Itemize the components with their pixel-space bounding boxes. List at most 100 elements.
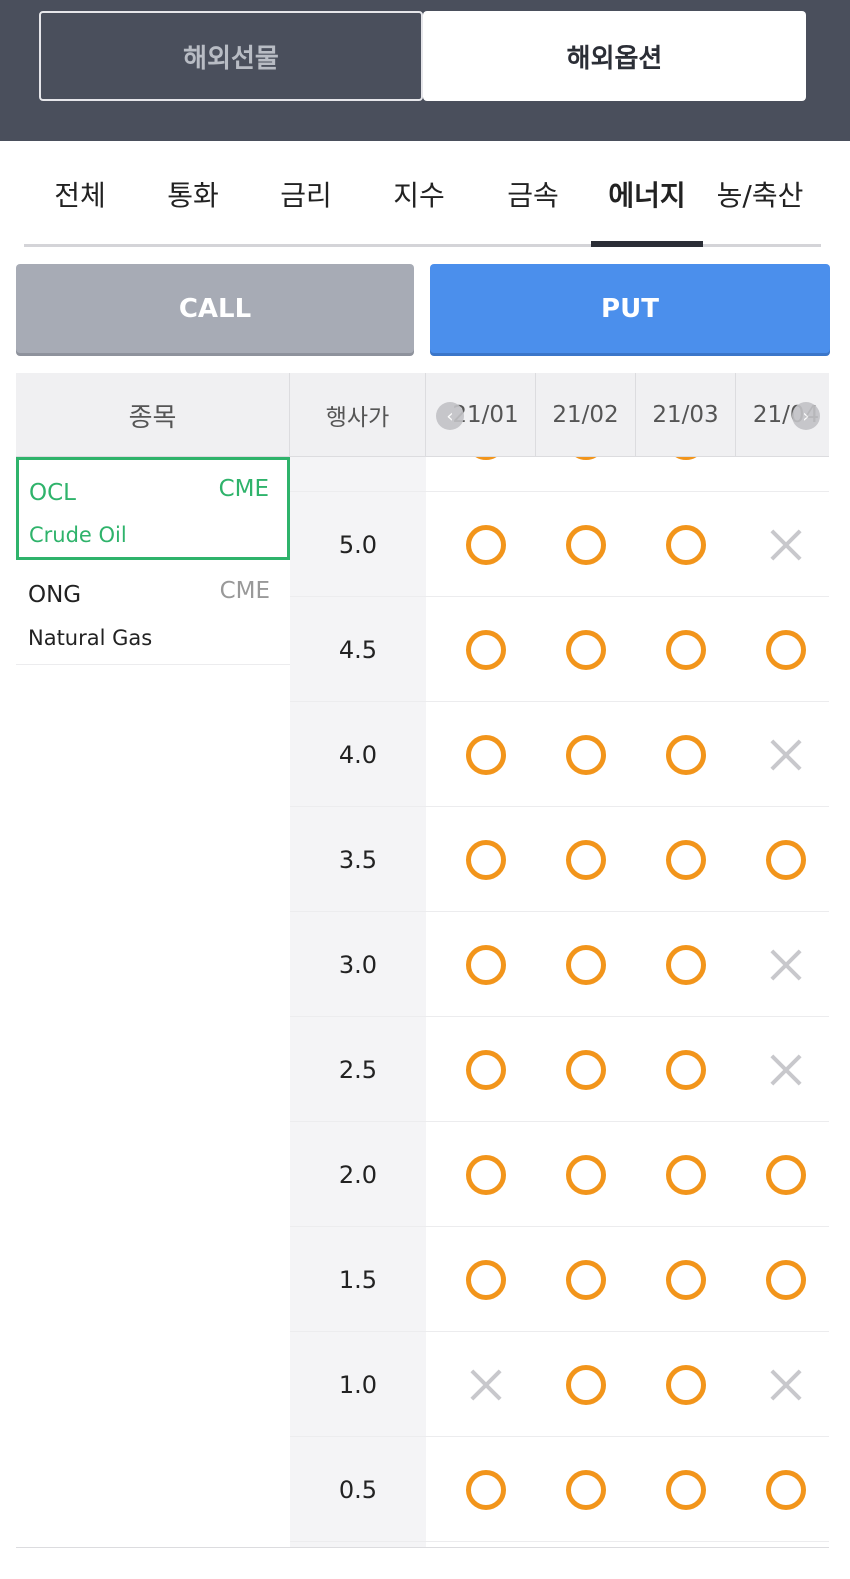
option-cell[interactable] [536,1122,636,1227]
option-cell[interactable] [636,1332,736,1437]
option-cell[interactable] [636,1437,736,1542]
unavailable-x-icon [766,525,806,565]
product-item-ong[interactable]: ONG CME Natural Gas [16,560,290,665]
option-cell[interactable] [636,702,736,807]
option-cell[interactable] [536,1332,636,1437]
strike-price: 3.5 [338,845,378,874]
option-cell[interactable] [536,597,636,702]
scroll-left-icon[interactable]: ‹ [436,402,464,430]
option-cell[interactable] [636,457,736,492]
option-cell[interactable] [436,1437,536,1542]
available-circle-icon [666,839,706,880]
tab-category-index[interactable]: 지수 [363,141,475,247]
available-circle-icon [666,1154,706,1195]
product-code: OCL [29,480,76,506]
option-cell [736,702,829,807]
option-cell[interactable] [436,597,536,702]
option-cell[interactable] [436,492,536,597]
available-circle-icon [666,524,706,565]
tab-overseas-futures[interactable]: 해외선물 [39,11,423,101]
tab-overseas-options[interactable]: 해외옵션 [423,11,806,101]
product-exchange: CME [218,476,269,502]
available-circle-icon [566,1259,606,1300]
unavailable-x-icon [766,1365,806,1405]
tab-category-all[interactable]: 전체 [24,141,136,247]
product-exchange: CME [219,578,270,604]
option-cell[interactable] [736,597,829,702]
strike-row: 3.5 [290,807,829,912]
product-list: OCL CME Crude Oil ONG CME Natural Gas [16,457,290,665]
product-item-ocl[interactable]: OCL CME Crude Oil [16,457,290,560]
available-circle-icon [766,839,806,880]
available-circle-icon [766,629,806,670]
strike-row: 1.0 [290,1332,829,1437]
scroll-right-icon[interactable]: › [792,402,820,430]
grid-bottom-divider [16,1547,829,1548]
option-cell[interactable] [636,1122,736,1227]
available-circle-icon [766,1259,806,1300]
option-cell[interactable] [736,1437,829,1542]
available-circle-icon [666,1469,706,1510]
strike-row: 2.5 [290,1017,829,1122]
available-circle-icon [566,944,606,985]
option-cell[interactable] [736,1227,829,1332]
product-name: Crude Oil [29,523,127,547]
option-cell[interactable] [436,457,536,492]
option-cell[interactable] [536,702,636,807]
option-cell[interactable] [736,1122,829,1227]
available-circle-icon [666,734,706,775]
available-circle-icon [466,944,506,985]
tab-category-currency[interactable]: 통화 [137,141,249,247]
available-circle-icon [666,457,706,460]
option-cell[interactable] [536,912,636,1017]
available-circle-icon [666,1049,706,1090]
option-cell[interactable] [636,597,736,702]
option-cell[interactable] [536,807,636,912]
strike-price: 2.0 [338,1160,378,1189]
option-cell[interactable] [536,1437,636,1542]
strike-row: 4.5 [290,597,829,702]
option-cell[interactable] [536,457,636,492]
header-strike: 행사가 [290,373,426,457]
tab-category-agri[interactable]: 농/축산 [704,141,816,247]
option-cell[interactable] [436,1017,536,1122]
option-cell[interactable] [636,807,736,912]
available-circle-icon [466,524,506,565]
option-cell[interactable] [536,1017,636,1122]
strike-price: 5.0 [338,530,378,559]
option-cell[interactable] [636,492,736,597]
strike-row: 1.5 [290,1227,829,1332]
option-cell [736,1332,829,1437]
option-cell[interactable] [436,1227,536,1332]
available-circle-icon [666,629,706,670]
product-code: ONG [28,582,82,608]
option-cell[interactable] [736,807,829,912]
option-cell[interactable] [536,492,636,597]
tab-category-interest[interactable]: 금리 [250,141,362,247]
available-circle-icon [466,839,506,880]
option-cell[interactable] [436,702,536,807]
option-cell[interactable] [636,1227,736,1332]
unavailable-x-icon [766,735,806,775]
option-cell[interactable] [636,912,736,1017]
option-cell[interactable] [436,912,536,1017]
available-circle-icon [466,1469,506,1510]
unavailable-x-icon [466,1365,506,1405]
option-cell[interactable] [436,807,536,912]
strike-price: 0.5 [338,1475,378,1504]
strike-row: 2.0 [290,1122,829,1227]
tab-category-energy[interactable]: 에너지 [591,141,703,247]
strike-price: 1.0 [338,1370,378,1399]
put-button[interactable]: PUT [430,264,830,353]
option-grid-header: 종목 행사가 21/01 21/02 21/03 21/04 ‹ › [16,373,829,457]
available-circle-icon [666,1259,706,1300]
option-cell[interactable] [536,1227,636,1332]
available-circle-icon [466,629,506,670]
tab-category-metal[interactable]: 금속 [477,141,589,247]
strike-price: 2.5 [338,1055,378,1084]
available-circle-icon [566,1154,606,1195]
option-cell[interactable] [636,1017,736,1122]
available-circle-icon [466,1259,506,1300]
option-cell[interactable] [436,1122,536,1227]
call-button[interactable]: CALL [16,264,414,353]
